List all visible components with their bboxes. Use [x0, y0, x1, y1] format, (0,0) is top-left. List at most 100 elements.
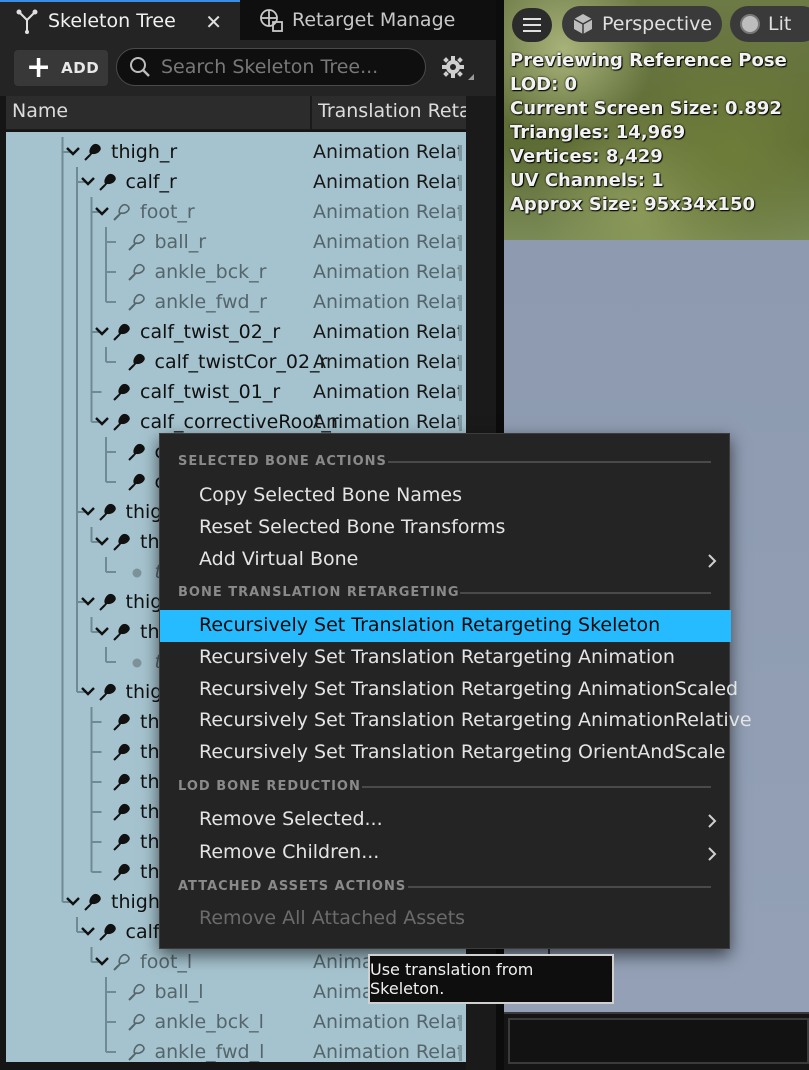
- translation-retargeting-value[interactable]: Animation Relative: [313, 1041, 459, 1062]
- viewport-options-button[interactable]: [512, 8, 552, 42]
- menu-item-remove-children[interactable]: Remove Children...: [160, 837, 731, 869]
- chevron-down-icon[interactable]: [94, 323, 110, 339]
- bone-icon: [113, 863, 130, 881]
- tab-retarget-manager[interactable]: Retarget Manage: [244, 0, 496, 40]
- chevron-down-icon[interactable]: [94, 533, 110, 549]
- column-header-translation[interactable]: Translation Retargeting: [318, 100, 466, 122]
- chevron-down-icon[interactable]: [80, 503, 96, 519]
- menu-section-lod-bone-reduction: LOD BONE REDUCTION: [178, 779, 361, 794]
- menu-section-divider: [362, 786, 711, 788]
- perspective-label: Perspective: [602, 13, 713, 35]
- translation-retargeting-value[interactable]: Animation Relative: [313, 411, 459, 433]
- bone-icon: [98, 503, 116, 521]
- cube-icon: [573, 14, 593, 34]
- bone-icon: [113, 413, 130, 431]
- tab-label: Retarget Manage: [292, 9, 456, 31]
- chevron-down-icon[interactable]: [94, 953, 110, 969]
- bone-name: calf_correctiveRoot_r: [140, 411, 339, 433]
- chevron-down-icon[interactable]: [80, 923, 96, 939]
- dropdown-arrow-icon[interactable]: [459, 325, 462, 341]
- translation-retargeting-value[interactable]: Animation Relative: [313, 141, 459, 163]
- chevron-down-icon[interactable]: [94, 413, 110, 429]
- bone-icon: [98, 173, 116, 191]
- add-button[interactable]: + ADD: [14, 50, 108, 86]
- chevron-down-icon[interactable]: [80, 173, 96, 189]
- bone-name: calf_r: [125, 171, 177, 193]
- menu-item-remove-attached-assets[interactable]: Remove All Attached Assets: [160, 903, 731, 935]
- search-box[interactable]: [116, 48, 426, 86]
- bone-row[interactable]: calf_twistCor_02_rAnimation Relative: [6, 347, 466, 377]
- close-icon[interactable]: ✕: [205, 10, 222, 34]
- translation-retargeting-value[interactable]: Animation Relative: [313, 171, 459, 193]
- bone-name: foot_l: [140, 951, 193, 973]
- dropdown-arrow-icon[interactable]: [459, 175, 462, 191]
- dropdown-arrow-icon[interactable]: [459, 1045, 462, 1061]
- menu-item-add-virtual-bone[interactable]: Add Virtual Bone: [160, 544, 731, 576]
- bone-row[interactable]: foot_r Animation Relative: [6, 197, 466, 227]
- bone-row[interactable]: ankle_fwd_l Animation Relative: [6, 1037, 466, 1062]
- bone-row[interactable]: ankle_bck_l Animation Relative: [6, 1007, 466, 1037]
- menu-item-remove-selected[interactable]: Remove Selected...: [160, 804, 731, 836]
- bone-row[interactable]: thigh_r Animation Relative: [6, 137, 466, 167]
- menu-item-retarget-animation-scaled[interactable]: Recursively Set Translation Retargeting …: [160, 674, 738, 706]
- lit-button[interactable]: Lit: [730, 6, 809, 42]
- translation-retargeting-value[interactable]: Animation Relative: [313, 231, 459, 253]
- bone-icon: [113, 203, 130, 221]
- translation-retargeting-value[interactable]: Animation Relative: [313, 351, 459, 373]
- tree-header: Name Translation Retargeting: [6, 96, 466, 130]
- menu-item-reset-bone-transforms[interactable]: Reset Selected Bone Transforms: [160, 512, 731, 544]
- menu-section-divider: [388, 461, 711, 463]
- dropdown-arrow-icon[interactable]: [459, 415, 462, 431]
- dropdown-arrow-icon[interactable]: [459, 1015, 462, 1031]
- settings-button[interactable]: [440, 54, 474, 84]
- translation-retargeting-value[interactable]: Animation Relative: [313, 291, 459, 313]
- bone-icon: [113, 383, 130, 401]
- plus-icon: +: [26, 50, 52, 85]
- retarget-manager-icon: [258, 7, 284, 33]
- translation-retargeting-value[interactable]: Animation Relative: [313, 201, 459, 223]
- chevron-down-icon[interactable]: [94, 623, 110, 639]
- menu-item-retarget-orient-and-scale[interactable]: Recursively Set Translation Retargeting …: [160, 737, 731, 769]
- bone-row[interactable]: ball_r Animation Relative: [6, 227, 466, 257]
- perspective-button[interactable]: Perspective: [562, 6, 722, 42]
- dropdown-arrow-icon[interactable]: [459, 235, 462, 251]
- dropdown-arrow-icon[interactable]: [459, 355, 462, 371]
- bone-icon: [84, 143, 101, 161]
- dropdown-arrow-icon[interactable]: [459, 145, 462, 161]
- dropdown-arrow-icon[interactable]: [459, 265, 462, 281]
- menu-item-retarget-animation[interactable]: Recursively Set Translation Retargeting …: [160, 642, 731, 674]
- menu-item-retarget-animation-relative[interactable]: Recursively Set Translation Retargeting …: [160, 705, 752, 737]
- chevron-down-icon[interactable]: [65, 893, 81, 909]
- dropdown-arrow-icon[interactable]: [459, 205, 462, 221]
- translation-retargeting-value[interactable]: Animation Relative: [313, 261, 459, 283]
- tab-skeleton-tree[interactable]: Skeleton Tree ✕: [0, 0, 240, 40]
- bone-icon: [113, 323, 130, 341]
- bone-row[interactable]: ankle_bck_r Animation Relative: [6, 257, 466, 287]
- bone-row[interactable]: calf_r Animation Relative: [6, 167, 466, 197]
- dropdown-arrow-icon[interactable]: [459, 385, 462, 401]
- search-input[interactable]: [161, 56, 401, 78]
- bone-row[interactable]: calf_twist_02_r Animation Relative: [6, 317, 466, 347]
- menu-item-label: Remove All Attached Assets: [199, 907, 466, 929]
- translation-retargeting-value[interactable]: Animation Relative: [313, 1011, 459, 1033]
- dropdown-arrow-icon[interactable]: [459, 295, 462, 311]
- chevron-down-icon[interactable]: [94, 203, 110, 219]
- menu-item-label: Add Virtual Bone: [199, 548, 359, 570]
- bone-row[interactable]: calf_twist_01_r Animation Relative: [6, 377, 466, 407]
- menu-item-copy-bone-names[interactable]: Copy Selected Bone Names: [160, 480, 731, 512]
- column-header-name[interactable]: Name: [12, 100, 68, 122]
- menu-item-retarget-skeleton[interactable]: Recursively Set Translation Retargeting …: [160, 610, 731, 642]
- chevron-down-icon[interactable]: [80, 593, 96, 609]
- skeleton-tree-icon: [14, 8, 40, 34]
- bone-row[interactable]: ankle_fwd_r Animation Relative: [6, 287, 466, 317]
- bone-icon: [113, 953, 130, 971]
- chevron-down-icon[interactable]: [80, 683, 96, 699]
- tab-label: Skeleton Tree: [48, 10, 176, 32]
- chevron-down-icon[interactable]: [65, 143, 81, 159]
- translation-retargeting-value[interactable]: Animation Relative: [313, 381, 459, 403]
- column-divider[interactable]: [310, 96, 312, 130]
- viewport-bottom-field[interactable]: [508, 1018, 809, 1064]
- menu-item-label: Reset Selected Bone Transforms: [199, 516, 506, 538]
- bone-name: foot_r: [140, 201, 195, 223]
- translation-retargeting-value[interactable]: Animation Relative: [313, 321, 459, 343]
